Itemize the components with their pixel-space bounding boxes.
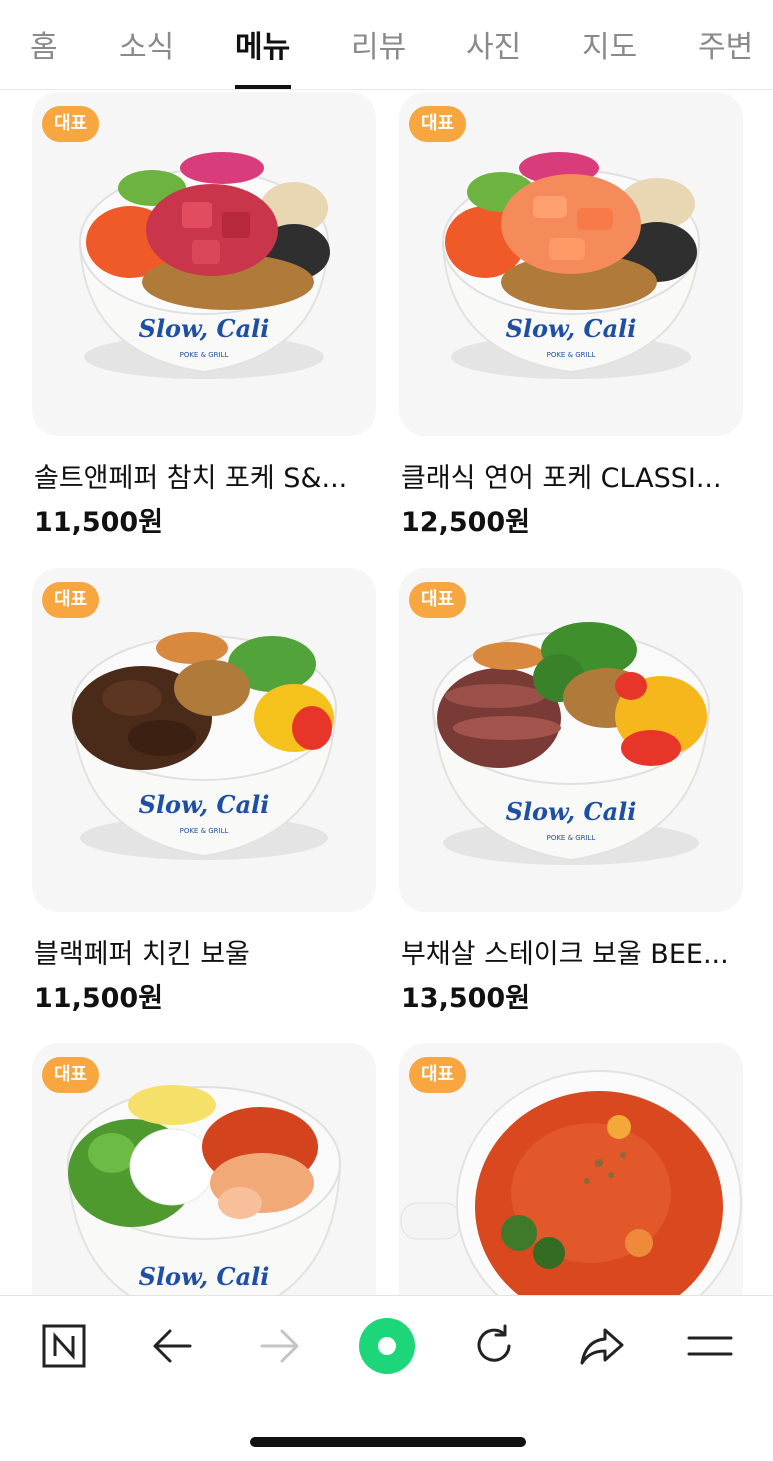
menu-item-name[interactable]: 블랙페퍼 치킨 보울 — [34, 932, 374, 971]
svg-text:Slow, Cali: Slow, Cali — [139, 314, 270, 343]
menu-item-card[interactable]: 대표 — [399, 1043, 743, 1295]
menu-item-price: 11,500원 — [34, 983, 164, 1014]
signature-badge: 대표 — [409, 582, 467, 618]
refresh-icon[interactable] — [464, 1318, 524, 1374]
svg-text:Slow, Cali: Slow, Cali — [139, 1262, 270, 1291]
tab-home[interactable]: 홈 — [30, 22, 58, 66]
menu-item-image[interactable]: 대표 Slow, Cali POKE & GRILL — [32, 92, 376, 436]
menu-item-price: 13,500원 — [401, 983, 531, 1014]
menu-item-image[interactable]: 대표 — [399, 1043, 743, 1295]
menu-item-image[interactable]: 대표 Slow, Cali POKE & GRILL — [399, 568, 743, 912]
signature-badge: 대표 — [409, 106, 467, 142]
back-arrow-icon[interactable] — [142, 1318, 202, 1374]
menu-item-card[interactable]: 대표 Slow, Cali POKE & GRILL 솔트앤페퍼 참치 포케 S… — [32, 92, 376, 542]
browser-toolbar — [0, 1295, 773, 1461]
signature-badge: 대표 — [42, 1057, 100, 1093]
svg-text:Slow, Cali: Slow, Cali — [139, 790, 270, 819]
home-indicator[interactable] — [250, 1437, 526, 1447]
menu-item-price: 11,500원 — [34, 507, 164, 538]
menu-item-name[interactable]: 클래식 연어 포케 CLASSI... — [401, 456, 741, 495]
menu-item-card[interactable]: 대표 Slow, Cali POKE & GRILL 부채살 스테이크 보울 B… — [399, 568, 743, 1018]
menu-item-name[interactable]: 솔트앤페퍼 참치 포케 S&... — [34, 456, 374, 495]
menu-item-name[interactable]: 부채살 스테이크 보울 BEE... — [401, 932, 741, 971]
steak-bowl-image: Slow, Cali POKE & GRILL — [431, 622, 711, 865]
signature-badge: 대표 — [409, 1057, 467, 1093]
svg-text:POKE & GRILL: POKE & GRILL — [547, 351, 596, 359]
tab-reviews[interactable]: 리뷰 — [351, 22, 406, 66]
tab-news[interactable]: 소식 — [119, 22, 174, 66]
svg-text:Slow, Cali: Slow, Cali — [506, 797, 637, 826]
svg-text:POKE & GRILL: POKE & GRILL — [547, 834, 596, 842]
signature-badge: 대표 — [42, 106, 100, 142]
menu-item-card[interactable]: 대표 Slow, Cali — [32, 1043, 376, 1295]
menu-item-image[interactable]: 대표 Slow, Cali POKE & GRILL — [399, 92, 743, 436]
svg-text:Slow, Cali: Slow, Cali — [506, 314, 637, 343]
tab-bar: 홈 소식 메뉴 리뷰 사진 지도 주변 — [0, 0, 773, 90]
share-icon[interactable] — [572, 1318, 632, 1374]
menu-item-card[interactable]: 대표 Slow, Cali POKE & GRILL 블랙페퍼 치킨 보울 11… — [32, 568, 376, 1018]
tab-menu[interactable]: 메뉴 — [235, 22, 290, 66]
tuna-poke-bowl-image: Slow, Cali POKE & GRILL — [78, 152, 330, 379]
naver-n-icon[interactable] — [34, 1318, 94, 1374]
tab-nearby[interactable]: 주변 — [698, 22, 753, 66]
menu-item-image[interactable]: 대표 Slow, Cali — [32, 1043, 376, 1295]
menu-item-price: 12,500원 — [401, 507, 531, 538]
tab-map[interactable]: 지도 — [582, 22, 637, 66]
svg-text:POKE & GRILL: POKE & GRILL — [180, 827, 229, 835]
active-tab-indicator — [235, 85, 291, 89]
chicken-bowl-image: Slow, Cali POKE & GRILL — [70, 632, 338, 860]
green-dot-home-icon[interactable] — [357, 1318, 417, 1374]
signature-badge: 대표 — [42, 582, 100, 618]
menu-icon[interactable] — [680, 1318, 740, 1374]
salmon-poke-bowl-image: Slow, Cali POKE & GRILL — [441, 152, 701, 379]
menu-item-card[interactable]: 대표 Slow, Cali POKE & GRILL 클래식 연어 포케 CLA… — [399, 92, 743, 542]
forward-arrow-icon[interactable] — [250, 1318, 310, 1374]
menu-item-image[interactable]: 대표 Slow, Cali POKE & GRILL — [32, 568, 376, 912]
tab-photos[interactable]: 사진 — [466, 22, 521, 66]
menu-grid: 대표 Slow, Cali POKE & GRILL 솔트앤페퍼 참치 포케 S… — [0, 90, 773, 1295]
svg-text:POKE & GRILL: POKE & GRILL — [180, 351, 229, 359]
